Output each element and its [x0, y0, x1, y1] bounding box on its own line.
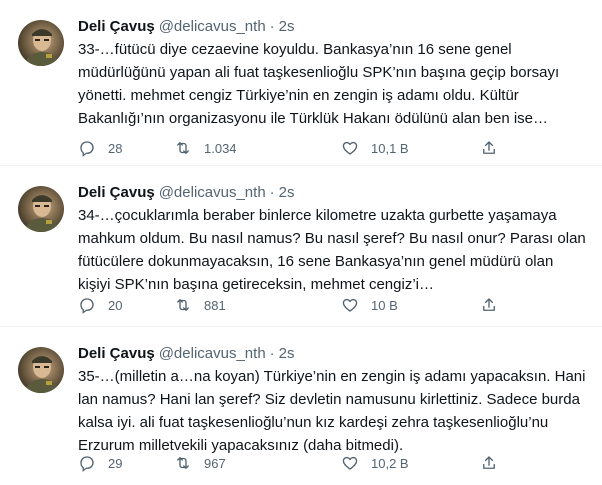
- reply-button[interactable]: 29: [78, 453, 122, 473]
- reply-icon: [80, 298, 94, 314]
- author-name[interactable]: Deli Çavuş: [78, 345, 155, 362]
- share-icon: [483, 456, 495, 469]
- separator-dot: ·: [269, 18, 275, 35]
- like-button[interactable]: 10 B: [341, 295, 398, 315]
- tweet-time[interactable]: 2s: [279, 184, 295, 201]
- share-icon: [483, 141, 495, 154]
- tweet-actions: 20 881 10 B: [78, 295, 518, 315]
- author-handle[interactable]: @delicavus_nth: [159, 184, 266, 201]
- tweet-time[interactable]: 2s: [279, 18, 295, 35]
- like-count: 10 B: [371, 297, 398, 313]
- retweet-icon: [177, 299, 189, 311]
- tweet-text: 33-…fütücü diye cezaevine koyuldu. Banka…: [78, 41, 560, 127]
- timeline-feed: Deli Çavuş @delicavus_nth · 2s 33-…fütücü d…: [0, 0, 602, 485]
- retweet-icon: [177, 457, 189, 469]
- reply-button[interactable]: 20: [78, 295, 122, 315]
- like-button[interactable]: 10,1 B: [341, 138, 409, 158]
- avatar[interactable]: [18, 186, 64, 232]
- tweet-time[interactable]: 2s: [279, 345, 295, 362]
- separator-dot: ·: [269, 345, 275, 362]
- heart-icon: [342, 298, 358, 312]
- tweet[interactable]: Deli Çavuş @delicavus_nth · 2s 35-…(milleti…: [0, 327, 602, 485]
- retweet-button[interactable]: 881: [174, 295, 226, 315]
- share-button[interactable]: [480, 453, 510, 473]
- reply-count: 20: [108, 297, 123, 313]
- reply-icon: [80, 456, 94, 472]
- share-icon: [483, 298, 495, 311]
- tweet-header: Deli Çavuş @delicavus_nth · 2s: [78, 344, 295, 364]
- like-count: 10,2 B: [371, 455, 409, 471]
- tweet[interactable]: Deli Çavuş @delicavus_nth · 2s 34-…çocuklar…: [0, 166, 602, 327]
- retweet-button[interactable]: 967: [174, 453, 226, 473]
- author-name[interactable]: Deli Çavuş: [78, 184, 155, 201]
- heart-icon: [342, 456, 358, 470]
- retweet-count: 1.034: [204, 140, 237, 156]
- like-button[interactable]: 10,2 B: [341, 453, 409, 473]
- reply-button[interactable]: 28: [78, 138, 122, 158]
- reply-icon: [80, 141, 94, 157]
- tweet-actions: 28 1.034 10,1 B: [78, 138, 518, 158]
- retweet-count: 967: [204, 455, 226, 471]
- tweet-header: Deli Çavuş @delicavus_nth · 2s: [78, 17, 295, 37]
- tweet-actions: 29 967 10,2 B: [78, 453, 518, 473]
- avatar[interactable]: [18, 20, 64, 66]
- author-handle[interactable]: @delicavus_nth: [159, 18, 266, 35]
- retweet-button[interactable]: 1.034: [174, 138, 237, 158]
- retweet-icon: [177, 142, 189, 154]
- tweet[interactable]: Deli Çavuş @delicavus_nth · 2s 33-…fütücü d…: [0, 0, 602, 166]
- tweet-text: 34-…çocuklarımla beraber binlerce kilome…: [78, 207, 586, 293]
- reply-count: 29: [108, 455, 123, 471]
- like-count: 10,1 B: [371, 140, 409, 156]
- separator-dot: ·: [269, 184, 275, 201]
- avatar[interactable]: [18, 347, 64, 393]
- heart-icon: [342, 141, 358, 155]
- share-button[interactable]: [480, 295, 510, 315]
- author-handle[interactable]: @delicavus_nth: [159, 345, 266, 362]
- retweet-count: 881: [204, 297, 226, 313]
- reply-count: 28: [108, 140, 123, 156]
- tweet-text: 35-…(milletin a…na koyan) Türkiye’nin en…: [78, 368, 586, 454]
- tweet-header: Deli Çavuş @delicavus_nth · 2s: [78, 183, 295, 203]
- share-button[interactable]: [480, 138, 510, 158]
- author-name[interactable]: Deli Çavuş: [78, 18, 155, 35]
